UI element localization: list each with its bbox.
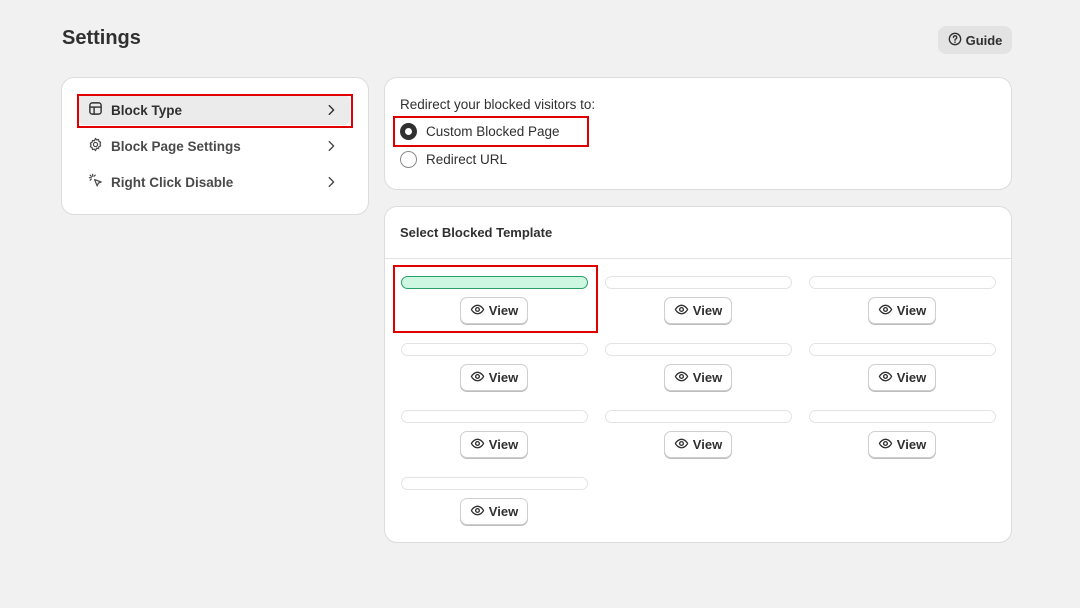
view-label: View — [896, 370, 927, 385]
sidebar-item-label: Right Click Disable — [111, 174, 234, 190]
template-preview[interactable] — [605, 276, 792, 289]
sidebar-item-label: Block Type — [111, 102, 183, 118]
view-template-button[interactable]: View — [460, 364, 528, 391]
guide-button[interactable]: Guide — [938, 26, 1012, 54]
eye-icon — [878, 436, 893, 454]
sidebar-item-label: Block Page Settings — [111, 138, 241, 154]
help-circle-icon — [948, 32, 962, 49]
radio-redirect-url[interactable]: Redirect URL — [400, 151, 507, 168]
view-label: View — [896, 303, 927, 318]
chevron-right-icon — [324, 139, 338, 156]
template-heading: Select Blocked Template — [400, 225, 553, 240]
view-label: View — [488, 370, 519, 385]
view-template-button[interactable]: View — [460, 431, 528, 458]
eye-icon — [878, 369, 893, 387]
view-label: View — [488, 303, 519, 318]
page-title: Settings — [62, 27, 141, 49]
cursor-click-icon — [88, 173, 103, 191]
chevron-right-icon — [324, 175, 338, 192]
view-label: View — [692, 370, 723, 385]
eye-icon — [674, 369, 689, 387]
template-preview[interactable] — [809, 410, 996, 423]
view-template-button[interactable]: View — [460, 297, 528, 324]
view-label: View — [692, 437, 723, 452]
view-template-button[interactable]: View — [664, 431, 732, 458]
template-preview[interactable] — [605, 410, 792, 423]
sidebar-item-block-type[interactable]: Block Type — [78, 95, 350, 125]
radio-label: Redirect URL — [426, 152, 508, 167]
guide-label: Guide — [965, 32, 1003, 48]
template-preview[interactable] — [401, 343, 588, 356]
view-label: View — [692, 303, 723, 318]
layout-icon — [88, 101, 103, 119]
eye-icon — [878, 302, 893, 320]
sidebar-item-block-page-settings[interactable]: Block Page Settings — [78, 131, 350, 161]
view-template-button[interactable]: View — [868, 431, 936, 458]
template-preview[interactable] — [809, 276, 996, 289]
radio-button[interactable] — [400, 151, 417, 168]
view-label: View — [488, 504, 519, 519]
radio-button[interactable] — [400, 123, 417, 140]
template-preview[interactable] — [401, 477, 588, 490]
template-card: Select Blocked Template View View View View… — [385, 207, 1011, 542]
view-template-button[interactable]: View — [868, 297, 936, 324]
view-label: View — [488, 437, 519, 452]
view-template-button[interactable]: View — [868, 364, 936, 391]
radio-label: Custom Blocked Page — [426, 124, 560, 139]
settings-nav-card: Block Type Block Page Settings Right Cli… — [62, 78, 368, 214]
redirect-card: Redirect your blocked visitors to: Custo… — [385, 78, 1011, 189]
radio-custom-blocked-page[interactable]: Custom Blocked Page — [400, 123, 560, 140]
view-template-button[interactable]: View — [460, 498, 528, 525]
eye-icon — [470, 302, 485, 320]
view-template-button[interactable]: View — [664, 364, 732, 391]
eye-icon — [674, 302, 689, 320]
view-label: View — [896, 437, 927, 452]
eye-icon — [674, 436, 689, 454]
template-preview[interactable] — [809, 343, 996, 356]
eye-icon — [470, 436, 485, 454]
gear-icon — [88, 137, 103, 155]
view-template-button[interactable]: View — [664, 297, 732, 324]
eye-icon — [470, 369, 485, 387]
template-preview[interactable] — [605, 343, 792, 356]
eye-icon — [470, 503, 485, 521]
divider — [385, 258, 1011, 259]
template-preview[interactable] — [401, 410, 588, 423]
redirect-heading: Redirect your blocked visitors to: — [400, 97, 596, 112]
sidebar-item-right-click-disable[interactable]: Right Click Disable — [78, 167, 350, 197]
template-preview[interactable] — [401, 276, 588, 289]
chevron-right-icon — [324, 103, 338, 120]
